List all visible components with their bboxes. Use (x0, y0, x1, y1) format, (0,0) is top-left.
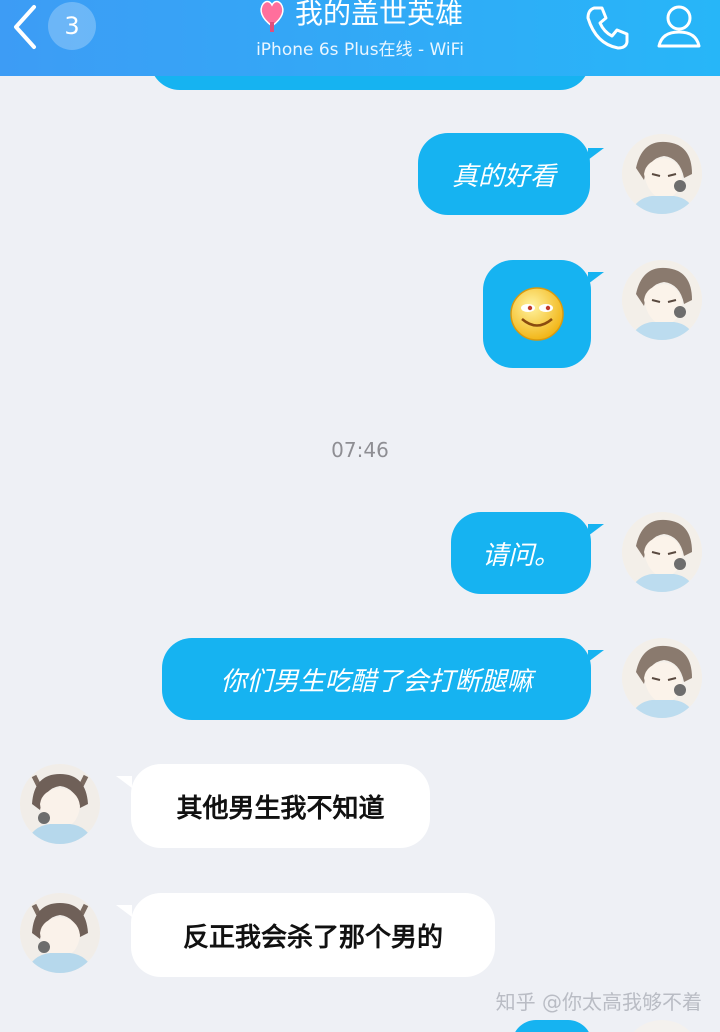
watermark: 知乎 @你太高我够不着 (495, 990, 702, 1014)
contact-avatar[interactable] (20, 893, 100, 973)
online-status: iPhone 6s Plus在线 - WiFi (256, 40, 464, 60)
my-avatar[interactable] (622, 638, 702, 718)
smiley-emoji-icon (510, 287, 564, 341)
bubble-tail (116, 776, 132, 788)
message-text: 其他男生我不知道 (176, 793, 385, 824)
message-bubble-outgoing[interactable]: 真的好看 (418, 133, 590, 215)
bubble-tail (588, 650, 604, 662)
my-avatar[interactable] (622, 512, 702, 592)
message-text: 请问。 (481, 540, 560, 571)
bubble-tail (588, 148, 604, 160)
profile-icon[interactable] (654, 2, 704, 52)
message-bubble-outgoing[interactable]: 你们男生吃醋了会打断腿嘛 (162, 638, 591, 720)
bubble-tail (588, 272, 604, 284)
bubble-tail (588, 524, 604, 536)
message-bubble-incoming[interactable]: 其他男生我不知道 (131, 764, 430, 848)
contact-avatar[interactable] (20, 764, 100, 844)
chat-title-area[interactable]: 我的盖世英雄 iPhone 6s Plus在线 - WiFi (150, 0, 570, 62)
page-title: 我的盖世英雄 (294, 0, 463, 30)
my-avatar[interactable] (622, 134, 702, 214)
message-text: 真的好看 (451, 161, 556, 192)
chat-area: 真的好看 07:46 请问。 你们男生吃醋了会打断腿嘛 其他男生我不知道 反正我… (0, 0, 720, 1032)
back-chevron-icon (14, 5, 36, 49)
message-text: 你们男生吃醋了会打断腿嘛 (220, 666, 533, 697)
message-bubble-outgoing-emoji[interactable] (483, 260, 591, 368)
bubble-tail (116, 905, 132, 917)
message-bubble-incoming[interactable]: 反正我会杀了那个男的 (131, 893, 495, 977)
unread-count-badge[interactable]: 3 (48, 2, 96, 50)
message-bubble-partial[interactable] (512, 1020, 592, 1032)
timestamp: 07:46 (331, 438, 389, 462)
message-bubble-outgoing[interactable]: 请问。 (451, 512, 591, 594)
message-text: 反正我会杀了那个男的 (182, 922, 443, 953)
my-avatar-partial[interactable] (622, 1020, 702, 1032)
phone-icon[interactable] (582, 2, 632, 52)
heart-pin-icon (260, 0, 284, 32)
chat-header: 3 我的盖世英雄 iPhone 6s Plus在线 - WiFi (0, 0, 720, 76)
my-avatar[interactable] (622, 260, 702, 340)
